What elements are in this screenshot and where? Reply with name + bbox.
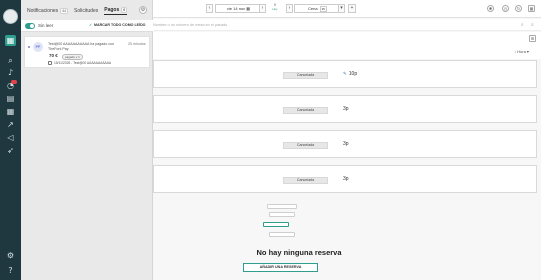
empty-illustration	[263, 202, 297, 242]
search-bar[interactable]: Nombre o un número de mesa en el pasado …	[153, 19, 541, 31]
guest-count: 3p	[343, 141, 349, 147]
reservation-date-text: 15/11/2025 - Test@00 AAAAAAAAAAA	[54, 61, 112, 65]
service-label: Cena	[308, 6, 318, 11]
search-icon[interactable]: ⌕	[521, 22, 524, 27]
reservations-icon[interactable]: ▦	[5, 35, 16, 46]
prev-day-button[interactable]: ‹	[206, 4, 213, 13]
calendar-icon: ▦	[246, 6, 251, 11]
next-day-button[interactable]: ›	[259, 4, 266, 13]
status-badge: Cancelada	[283, 142, 328, 149]
count-badge: 0	[121, 7, 128, 13]
add-icon[interactable]: +	[348, 4, 356, 13]
count-badge: 44	[60, 8, 69, 14]
mark-all-label: MARCAR TODO COMO LEÍDO	[94, 23, 146, 27]
top-bar: ‹ vie 14 nov ▦ › 0 Hoy › Cena 35 ▾ + ✱ ◷ …	[153, 0, 541, 18]
layout-icon[interactable]: ▦	[528, 5, 535, 12]
mark-all-read-button[interactable]: ✓ MARCAR TODO COMO LEÍDO	[89, 23, 145, 27]
notification-time: 25 minutos	[128, 42, 146, 46]
notification-card[interactable]: PP Test@00 AAAAAAAAAAA ha pagado con The…	[24, 36, 150, 68]
settings-icon[interactable]: ✱	[487, 5, 494, 12]
service-dropdown-button[interactable]: ▾	[338, 4, 345, 13]
reservation-row[interactable]: Cancelada ✎ 10p	[153, 60, 537, 88]
rocket-icon[interactable]: ➶	[5, 145, 16, 156]
toggle-label: Sin leer	[38, 23, 54, 28]
calendar-icon[interactable]: ▦	[5, 106, 16, 117]
reservation-row[interactable]: Cancelada 3p	[153, 95, 537, 123]
sort-label: Hora	[517, 49, 526, 54]
megaphone-icon[interactable]: ◁	[5, 132, 16, 143]
guest-count: 3p	[343, 176, 349, 182]
guest-count: ✎ 10p	[343, 71, 357, 77]
tab-requests[interactable]: Solicitudes	[74, 8, 98, 14]
status-badge: Cancelada	[283, 177, 328, 184]
filter-settings-icon[interactable]: ⊞	[529, 35, 536, 42]
reservation-date: 15/11/2025 - Test@00 AAAAAAAAAAA	[48, 61, 111, 65]
empty-state: No hay ninguna reserva AÑADIR UNA RESERV…	[234, 200, 364, 280]
alert-badge	[11, 80, 17, 84]
date-picker[interactable]: vie 14 nov ▦	[215, 4, 262, 13]
tab-notifications[interactable]: Notificaciones 44	[27, 8, 69, 14]
guest-count: 3p	[343, 106, 349, 112]
payment-status-pill: pagado x 1	[62, 54, 83, 60]
help-icon[interactable]: ?	[5, 265, 16, 276]
clock-icon[interactable]: ◷	[502, 5, 509, 12]
search-input[interactable]: Nombre o un número de mesa en el pasado	[153, 23, 227, 27]
book-icon[interactable]: ▤	[5, 93, 16, 104]
main-area: ‹ vie 14 nov ▦ › 0 Hoy › Cena 35 ▾ + ✱ ◷ …	[153, 0, 541, 280]
reservation-row[interactable]: Cancelada 3p	[153, 130, 537, 158]
refresh-icon[interactable]: ↻	[515, 5, 522, 12]
notification-title: Test@00 AAAAAAAAAAA ha pagado con TheFor…	[48, 42, 114, 51]
reservation-row[interactable]: Cancelada 3p	[153, 165, 537, 193]
search-icon[interactable]: ⌕	[5, 55, 16, 66]
unread-dot	[28, 46, 30, 48]
notification-tabs: Notificaciones 44 Solicitudes Pagos 0	[27, 7, 128, 15]
filter-icon[interactable]: ≡	[531, 22, 534, 27]
filter-row: ⊞ ↓ Hora ▾	[153, 32, 541, 59]
calendar-icon	[48, 61, 52, 65]
settings-icon[interactable]: ⚙	[5, 250, 16, 261]
status-badge: Cancelada	[283, 107, 328, 114]
sort-button[interactable]: ↓ Hora ▾	[514, 49, 529, 54]
status-badge: Cancelada	[283, 72, 328, 79]
unread-toggle[interactable]	[25, 23, 35, 29]
tab-label: Pagos	[104, 7, 120, 13]
tab-payments[interactable]: Pagos 0	[104, 7, 128, 15]
payment-amount: 70 €	[49, 53, 58, 58]
avatar: PP	[33, 42, 43, 52]
notifications-toolbar: Sin leer ✓ MARCAR TODO COMO LEÍDO	[21, 20, 153, 32]
guest-count-value: 10p	[348, 71, 358, 77]
chart-icon[interactable]: ↗	[5, 119, 16, 130]
date-label: vie 14 nov	[226, 6, 246, 11]
notifications-panel: Notificaciones 44 Solicitudes Pagos 0 ⚙ …	[21, 0, 153, 280]
bell-icon[interactable]: ♪	[5, 67, 16, 78]
today-button[interactable]: 0 Hoy	[266, 3, 284, 14]
app-root: ▦ ⌕ ♪ ◔ ▤ ▦ ↗ ◁ ➶ ⚙ ? Notificaciones 44 …	[0, 0, 541, 280]
service-count: 35	[319, 6, 327, 12]
gear-icon[interactable]: ⚙	[139, 6, 147, 14]
brush-icon: ✎	[343, 71, 347, 76]
restaurant-logo[interactable]	[3, 9, 18, 24]
tab-label: Solicitudes	[74, 8, 99, 14]
left-rail: ▦ ⌕ ♪ ◔ ▤ ▦ ↗ ◁ ➶ ⚙ ?	[0, 0, 21, 280]
tab-label: Notificaciones	[27, 8, 59, 14]
today-label: Hoy	[272, 6, 278, 11]
check-icon: ✓	[89, 23, 93, 27]
add-reservation-button[interactable]: AÑADIR UNA RESERVA	[243, 263, 318, 272]
next-button[interactable]: ›	[286, 4, 293, 13]
service-select[interactable]: Cena 35	[294, 4, 340, 13]
empty-title: No hay ninguna reserva	[256, 248, 342, 257]
